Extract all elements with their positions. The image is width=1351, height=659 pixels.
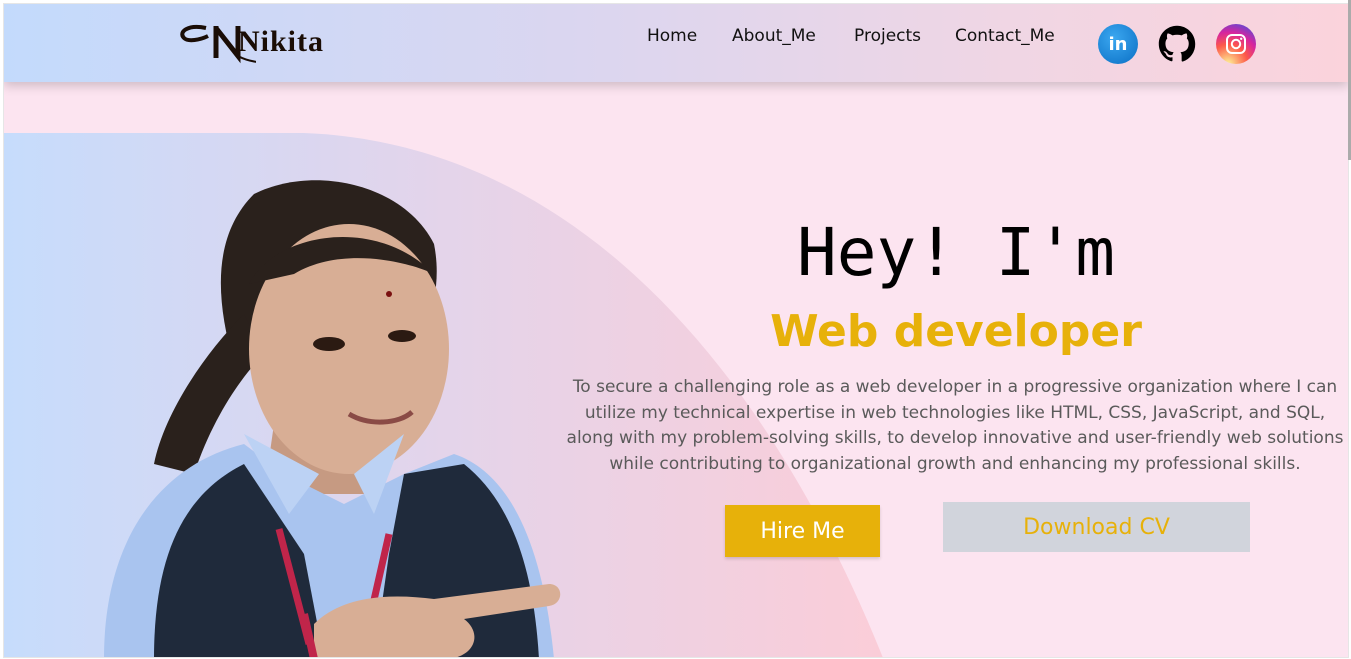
hero-role-title: Web developer: [770, 306, 1142, 357]
hero-greeting: Hey! I'm: [797, 214, 1115, 291]
hire-me-button[interactable]: Hire Me: [725, 505, 880, 557]
linkedin-icon: in: [1108, 33, 1128, 55]
download-cv-button[interactable]: Download CV: [943, 502, 1250, 552]
logo-text: Nikita: [238, 25, 325, 58]
instagram-link[interactable]: [1216, 24, 1256, 64]
nav-link-home[interactable]: Home: [647, 26, 697, 46]
logo[interactable]: Nikita: [176, 18, 376, 68]
nav-link-projects[interactable]: Projects: [854, 26, 921, 46]
instagram-icon: [1226, 34, 1246, 54]
page: Nikita Home About_Me Projects Contact_Me…: [3, 3, 1349, 658]
linkedin-link[interactable]: in: [1098, 24, 1138, 64]
github-link[interactable]: [1157, 24, 1197, 64]
top-navbar: Nikita Home About_Me Projects Contact_Me…: [4, 4, 1348, 82]
profile-photo: [104, 180, 561, 657]
nav-link-about-me[interactable]: About_Me: [732, 26, 816, 46]
nav-link-contact-me[interactable]: Contact_Me: [955, 26, 1055, 46]
github-icon: [1158, 25, 1196, 62]
hero-description: To secure a challenging role as a web de…: [566, 377, 1344, 475]
